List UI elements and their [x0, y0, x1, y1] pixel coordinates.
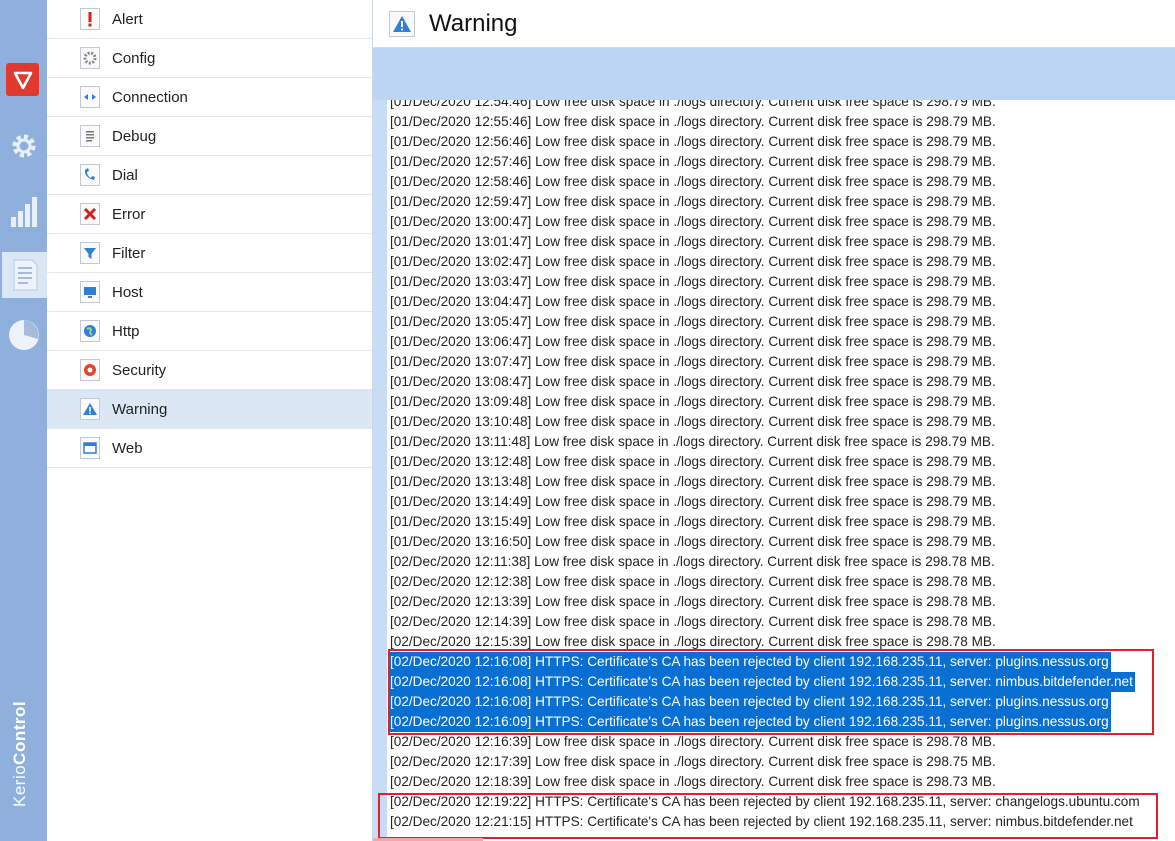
log-item-label: Warning [112, 400, 168, 418]
log-line[interactable]: [01/Dec/2020 12:58:46] Low free disk spa… [389, 172, 1140, 192]
log-line[interactable]: [01/Dec/2020 13:03:47] Low free disk spa… [389, 272, 1140, 292]
log-header: Warning [373, 0, 1175, 48]
log-item-label: Config [112, 49, 156, 67]
warning-icon [80, 398, 100, 420]
log-toolbar [373, 48, 1175, 101]
log-line[interactable]: [01/Dec/2020 13:16:50] Low free disk spa… [389, 532, 1140, 552]
log-line[interactable]: [01/Dec/2020 13:02:47] Low free disk spa… [389, 252, 1140, 272]
host-icon [80, 281, 100, 303]
error-icon [80, 203, 100, 225]
brand-logo-text-1: Kerio [10, 764, 29, 807]
log-line[interactable]: [01/Dec/2020 13:12:48] Low free disk spa… [389, 452, 1140, 472]
log-item-label: Connection [112, 88, 188, 106]
log-line[interactable]: [01/Dec/2020 12:56:46] Low free disk spa… [389, 132, 1140, 152]
configuration-gear-icon[interactable] [0, 121, 47, 171]
log-line[interactable]: [01/Dec/2020 13:13:48] Low free disk spa… [389, 472, 1140, 492]
log-line[interactable]: [02/Dec/2020 12:12:38] Low free disk spa… [389, 572, 1140, 592]
log-item-debug[interactable]: Debug [47, 117, 372, 156]
log-item-warning[interactable]: Warning [47, 390, 372, 429]
log-line[interactable]: [02/Dec/2020 12:16:39] Low free disk spa… [389, 732, 1140, 752]
log-line[interactable]: [01/Dec/2020 12:55:46] Low free disk spa… [389, 112, 1140, 132]
log-line[interactable]: [01/Dec/2020 12:57:46] Low free disk spa… [389, 152, 1140, 172]
log-item-label: Dial [112, 166, 138, 184]
log-line[interactable]: [02/Dec/2020 12:13:39] Low free disk spa… [389, 592, 1140, 612]
status-pie-icon[interactable] [0, 310, 47, 360]
log-line[interactable]: [01/Dec/2020 13:08:47] Low free disk spa… [389, 372, 1140, 392]
logs-document-icon[interactable] [2, 252, 47, 298]
log-line[interactable]: [01/Dec/2020 13:05:47] Low free disk spa… [389, 312, 1140, 332]
log-item-label: Error [112, 205, 146, 223]
log-item-host[interactable]: Host [47, 273, 372, 312]
statistics-bars-icon[interactable] [0, 187, 47, 237]
log-item-http[interactable]: Http [47, 312, 372, 351]
log-type-list: Alert Config Connection Debug Dial Error… [47, 0, 373, 841]
log-item-label: Web [112, 439, 143, 457]
log-line[interactable]: [01/Dec/2020 13:14:49] Low free disk spa… [389, 492, 1140, 512]
log-line[interactable]: [01/Dec/2020 13:15:49] Low free disk spa… [389, 512, 1140, 532]
log-item-label: Filter [112, 244, 146, 262]
annotation-highlight-box [378, 793, 1158, 839]
web-icon [80, 437, 100, 459]
debug-icon [80, 125, 100, 147]
log-text-view[interactable]: [01/Dec/2020 12:54:46] Low free disk spa… [373, 100, 1175, 841]
log-line[interactable]: [01/Dec/2020 13:04:47] Low free disk spa… [389, 292, 1140, 312]
log-line[interactable]: [02/Dec/2020 12:18:39] Low free disk spa… [389, 772, 1140, 792]
log-line[interactable]: [01/Dec/2020 13:10:48] Low free disk spa… [389, 412, 1140, 432]
log-item-connection[interactable]: Connection [47, 78, 372, 117]
log-line[interactable]: [01/Dec/2020 13:06:47] Low free disk spa… [389, 332, 1140, 352]
page-title: Warning [429, 9, 518, 37]
log-line[interactable]: [01/Dec/2020 12:59:47] Low free disk spa… [389, 192, 1140, 212]
annotation-highlight-box [388, 649, 1154, 735]
log-line[interactable]: [02/Dec/2020 12:17:39] Low free disk spa… [389, 752, 1140, 772]
log-line[interactable]: [02/Dec/2020 12:14:39] Low free disk spa… [389, 612, 1140, 632]
log-gutter [373, 100, 387, 841]
app-navigation-rail: KerioControl [0, 0, 47, 841]
log-item-label: Debug [112, 127, 157, 145]
log-item-label: Host [112, 283, 143, 301]
log-line[interactable]: [01/Dec/2020 13:11:48] Low free disk spa… [389, 432, 1140, 452]
log-line[interactable]: [01/Dec/2020 12:54:46] Low free disk spa… [389, 100, 1140, 112]
alert-icon [80, 8, 100, 30]
log-item-label: Alert [112, 10, 143, 28]
log-item-alert[interactable]: Alert [47, 0, 372, 39]
log-line[interactable]: [01/Dec/2020 13:09:48] Low free disk spa… [389, 392, 1140, 412]
http-icon [80, 320, 100, 342]
log-item-security[interactable]: Security [47, 351, 372, 390]
filter-icon [80, 242, 100, 264]
log-item-label: Http [112, 322, 140, 340]
security-icon [80, 359, 100, 381]
connection-icon [80, 86, 100, 108]
log-item-config[interactable]: Config [47, 39, 372, 78]
log-line[interactable]: [01/Dec/2020 13:01:47] Low free disk spa… [389, 232, 1140, 252]
brand-logo-text-2: Control [10, 700, 29, 765]
log-line[interactable]: [01/Dec/2020 13:07:47] Low free disk spa… [389, 352, 1140, 372]
log-item-dial[interactable]: Dial [47, 156, 372, 195]
log-item-filter[interactable]: Filter [47, 234, 372, 273]
log-item-web[interactable]: Web [47, 429, 372, 468]
security-shield-icon[interactable] [6, 63, 39, 96]
log-line[interactable]: [02/Dec/2020 12:11:38] Low free disk spa… [389, 552, 1140, 572]
log-line[interactable]: [01/Dec/2020 13:00:47] Low free disk spa… [389, 212, 1140, 232]
log-content-panel: Warning [01/Dec/2020 12:54:46] Low free … [373, 0, 1175, 841]
dial-icon [80, 164, 100, 186]
warning-icon [389, 10, 415, 37]
config-icon [80, 47, 100, 69]
log-item-error[interactable]: Error [47, 195, 372, 234]
log-item-label: Security [112, 361, 167, 379]
